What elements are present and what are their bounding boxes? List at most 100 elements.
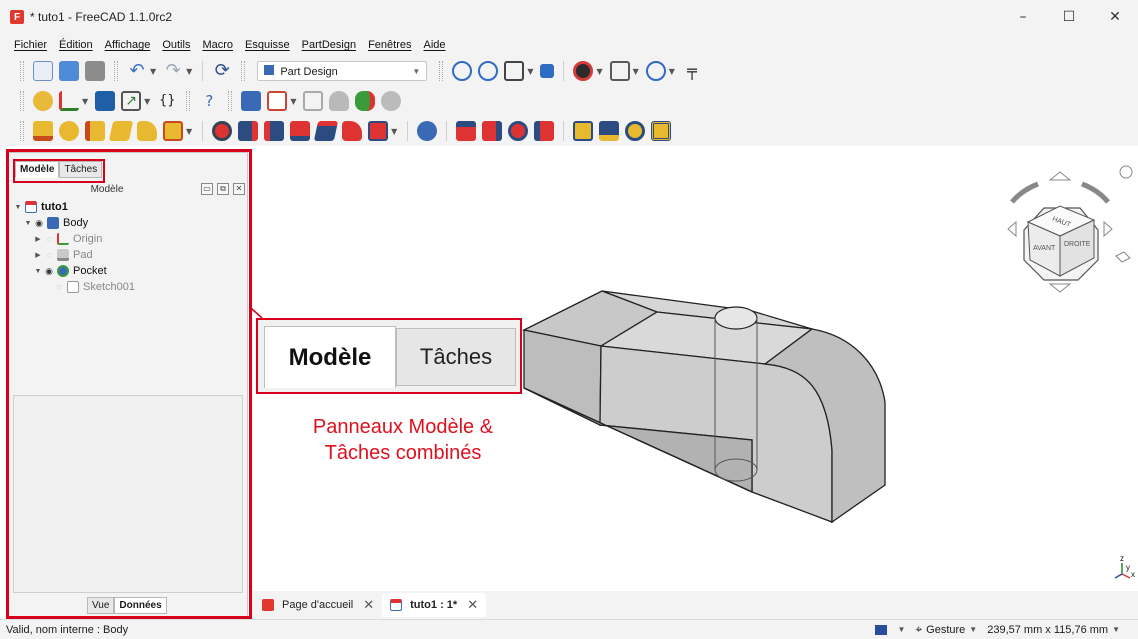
close-button[interactable]: ✕: [1092, 0, 1138, 34]
close-tab-icon[interactable]: ✕: [467, 597, 478, 613]
hole-top-ellipse: [714, 306, 758, 330]
title-bar: F * tuto1 - FreeCAD 1.1.0rc2 – ☐ ✕: [0, 0, 1138, 34]
menu-fichier[interactable]: Fichier: [8, 39, 53, 51]
chamfer-icon[interactable]: [482, 121, 503, 141]
window-title: * tuto1 - FreeCAD 1.1.0rc2: [30, 10, 173, 24]
menu-affichage[interactable]: Affichage: [99, 39, 157, 51]
validate-sketch-icon[interactable]: [303, 91, 324, 111]
bounding-box-dropdown-icon[interactable]: ▼: [633, 67, 639, 76]
std-views-icon[interactable]: [504, 61, 525, 81]
tab-tuto1[interactable]: tuto1 : 1* ✕: [382, 593, 487, 617]
open-document-icon[interactable]: [59, 61, 79, 81]
toolbar-grip[interactable]: [439, 61, 444, 81]
additive-loft-icon[interactable]: [85, 121, 105, 141]
part-icon[interactable]: [33, 91, 53, 111]
boolean-icon[interactable]: [417, 121, 438, 141]
draw-style-icon[interactable]: [573, 61, 594, 81]
additive-primitive-icon[interactable]: [163, 121, 183, 141]
additive-primitive-dropdown-icon[interactable]: ▼: [186, 127, 192, 136]
multi-transform-icon[interactable]: [651, 121, 672, 141]
new-document-icon[interactable]: [33, 61, 53, 81]
linear-pattern-icon[interactable]: [599, 121, 620, 141]
menu-aide[interactable]: Aide: [418, 39, 452, 51]
view-dimensions: 239,57 mm x 115,76 mm: [987, 623, 1109, 636]
subtractive-loft-icon[interactable]: [290, 121, 311, 141]
polar-pattern-icon[interactable]: [625, 121, 646, 141]
draft-icon[interactable]: [508, 121, 529, 141]
fillet-icon[interactable]: [456, 121, 477, 141]
zoom-icon[interactable]: [645, 61, 666, 81]
toolbar-separator: [202, 61, 204, 81]
subtractive-pipe-icon[interactable]: [314, 121, 339, 141]
fit-all-icon[interactable]: [452, 61, 473, 81]
menu-esquisse[interactable]: Esquisse: [239, 39, 296, 51]
variable-set-icon[interactable]: {}: [157, 91, 177, 111]
freecad-icon: [262, 599, 274, 611]
create-body-icon[interactable]: [241, 91, 262, 111]
toolbar-grip[interactable]: [20, 121, 24, 141]
menu-partdesign[interactable]: PartDesign: [296, 39, 362, 51]
toolbar-features: ▼ ▼: [0, 116, 1138, 146]
draw-style-dropdown-icon[interactable]: ▼: [596, 67, 602, 76]
fit-selection-icon[interactable]: [478, 61, 499, 81]
undo-icon[interactable]: ↶: [127, 61, 147, 81]
menu-fenetres[interactable]: Fenêtres: [362, 39, 417, 51]
workbench-selector[interactable]: Part Design ▼: [257, 61, 428, 81]
chevron-down-icon[interactable]: ▼: [897, 625, 905, 634]
sub-shape-binder-icon[interactable]: [381, 91, 402, 111]
additive-helix-icon[interactable]: [137, 121, 157, 141]
refresh-icon[interactable]: ⟳: [212, 61, 232, 81]
menu-edition[interactable]: Édition: [53, 39, 99, 51]
toolbar-grip[interactable]: [186, 91, 191, 111]
hole-icon[interactable]: [238, 121, 259, 141]
whats-this-icon[interactable]: ?: [199, 91, 219, 111]
toolbar-structure: ▼ ↗ ▼ {} ? ▼: [0, 86, 1138, 116]
document-icon: [390, 599, 403, 611]
bounding-box-icon[interactable]: [609, 61, 630, 81]
menu-macro[interactable]: Macro: [196, 39, 239, 51]
thickness-icon[interactable]: [534, 121, 555, 141]
measure-icon[interactable]: [540, 64, 555, 78]
toolbar-grip[interactable]: [228, 91, 233, 111]
subtractive-primitive-icon[interactable]: [368, 121, 389, 141]
toolbar-grip[interactable]: [20, 91, 24, 111]
window-controls: – ☐ ✕: [1000, 0, 1138, 34]
link-icon[interactable]: ↗: [121, 91, 142, 111]
pocket-icon[interactable]: [212, 121, 233, 141]
revolution-icon[interactable]: [59, 121, 79, 141]
chevron-down-icon[interactable]: ▼: [969, 625, 977, 634]
groove-icon[interactable]: [264, 121, 285, 141]
maximize-button[interactable]: ☐: [1046, 0, 1092, 34]
group-icon[interactable]: [95, 91, 116, 111]
chevron-down-icon[interactable]: ▼: [1112, 625, 1120, 634]
datum-dropdown-icon[interactable]: ▼: [82, 97, 88, 106]
pad-icon[interactable]: [33, 121, 53, 141]
additive-pipe-icon[interactable]: [108, 121, 134, 141]
save-icon[interactable]: [85, 61, 105, 81]
color-swatch-icon[interactable]: [875, 624, 888, 635]
subtractive-helix-icon[interactable]: [342, 121, 363, 141]
minimize-button[interactable]: –: [1000, 0, 1046, 34]
redo-icon[interactable]: ↷: [163, 61, 183, 81]
close-tab-icon[interactable]: ✕: [363, 597, 374, 613]
menu-outils[interactable]: Outils: [156, 39, 196, 51]
tab-page-accueil[interactable]: Page d'accueil ✕: [254, 593, 382, 617]
create-sketch-icon[interactable]: [267, 91, 288, 111]
toolbar-grip[interactable]: [241, 61, 246, 81]
toolbar-grip[interactable]: [114, 61, 118, 81]
annotation-line-1: Panneaux Modèle &: [312, 416, 494, 438]
clone-icon[interactable]: [329, 91, 350, 111]
mirrored-icon[interactable]: [573, 121, 594, 141]
redo-dropdown-icon[interactable]: ▼: [186, 67, 192, 76]
shape-binder-icon[interactable]: [355, 91, 376, 111]
std-views-dropdown-icon[interactable]: ▼: [527, 67, 533, 76]
subtractive-primitive-dropdown-icon[interactable]: ▼: [391, 127, 397, 136]
undo-dropdown-icon[interactable]: ▼: [150, 67, 156, 76]
toolbar-grip[interactable]: [20, 61, 24, 81]
sketch-dropdown-icon[interactable]: ▼: [290, 97, 296, 106]
navigation-style[interactable]: Gesture: [926, 624, 965, 636]
link-dropdown-icon[interactable]: ▼: [144, 97, 150, 106]
measure-tool-icon[interactable]: ╤: [682, 61, 702, 81]
zoom-dropdown-icon[interactable]: ▼: [669, 67, 675, 76]
coordinate-system-icon[interactable]: [59, 91, 79, 111]
